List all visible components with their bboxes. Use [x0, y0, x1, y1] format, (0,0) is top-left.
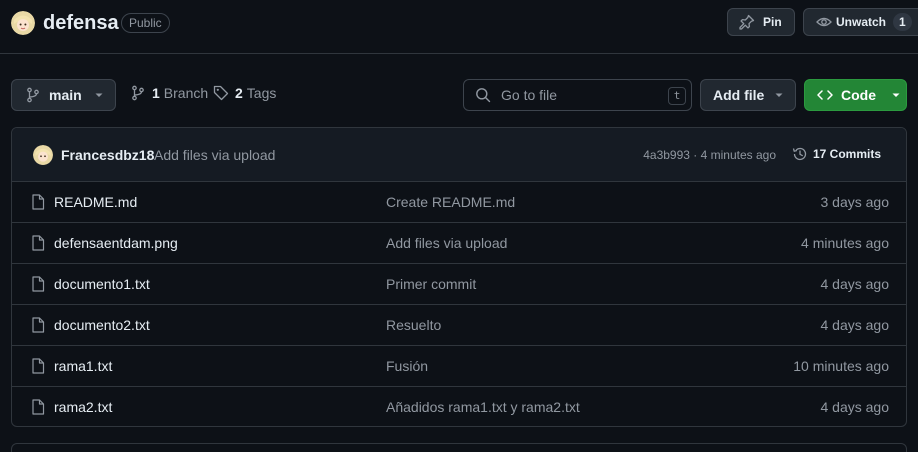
avatar[interactable]: [33, 145, 53, 165]
file-commit-message[interactable]: Añadidos rama1.txt y rama2.txt: [386, 399, 580, 415]
visibility-badge: Public: [121, 13, 170, 33]
tags-link[interactable]: 2 Tags: [213, 85, 276, 101]
add-file-label: Add file: [713, 87, 765, 103]
file-icon: [31, 276, 45, 292]
file-row[interactable]: README.md Create README.md 3 days ago: [12, 182, 906, 223]
file-date: 4 days ago: [820, 276, 890, 292]
file-icon: [31, 358, 45, 374]
code-button[interactable]: Code: [804, 79, 907, 111]
file-name[interactable]: documento1.txt: [54, 276, 150, 292]
branch-label: Branch: [163, 85, 209, 101]
file-date: 10 minutes ago: [793, 358, 889, 374]
file-commit-message[interactable]: Fusión: [386, 358, 428, 374]
file-browser: Francesdbz18 Add files via upload 4a3b99…: [11, 127, 907, 427]
eye-icon: [816, 14, 832, 30]
tag-label: Tags: [246, 85, 277, 101]
unwatch-button[interactable]: Unwatch 1: [803, 8, 918, 36]
code-label: Code: [841, 87, 876, 103]
file-list: README.md Create README.md 3 days ago de…: [12, 182, 906, 426]
unwatch-label: Unwatch: [836, 15, 887, 29]
pin-button[interactable]: Pin: [727, 8, 795, 36]
pin-icon: [739, 14, 755, 30]
commits-link[interactable]: 17 Commits: [792, 146, 881, 162]
file-date: 4 days ago: [820, 399, 890, 415]
file-row[interactable]: documento1.txt Primer commit 4 days ago: [12, 264, 906, 305]
file-name[interactable]: README.md: [54, 194, 137, 210]
git-branch-icon: [25, 87, 41, 103]
file-date: 4 days ago: [820, 317, 890, 333]
watch-count: 1: [893, 13, 912, 31]
commits-count: 17 Commits: [813, 147, 882, 161]
file-name[interactable]: rama2.txt: [54, 399, 112, 415]
branch-count: 1: [152, 85, 160, 101]
file-icon: [31, 317, 45, 333]
branch-selector[interactable]: main: [11, 79, 116, 111]
chevron-down-icon: [774, 90, 784, 100]
search-icon: [475, 87, 491, 103]
add-file-button[interactable]: Add file: [700, 79, 796, 111]
branch-name: main: [49, 87, 82, 103]
readme-box: [11, 443, 907, 452]
repo-name[interactable]: defensa: [43, 10, 119, 36]
file-commit-message[interactable]: Primer commit: [386, 276, 476, 292]
commit-author[interactable]: Francesdbz18: [61, 147, 154, 163]
chevron-down-icon: [891, 90, 901, 100]
file-commit-message[interactable]: Add files via upload: [386, 235, 507, 251]
repo-header: defensa Public Pin Unwatch 1: [0, 0, 918, 54]
code-icon: [817, 87, 833, 103]
file-commit-message[interactable]: Create README.md: [386, 194, 515, 210]
latest-commit-bar: Francesdbz18 Add files via upload 4a3b99…: [12, 128, 906, 182]
file-name[interactable]: documento2.txt: [54, 317, 150, 333]
file-commit-message[interactable]: Resuelto: [386, 317, 441, 333]
file-row[interactable]: defensaentdam.png Add files via upload 4…: [12, 223, 906, 264]
file-name[interactable]: defensaentdam.png: [54, 235, 178, 251]
go-to-file-input[interactable]: Go to file t: [463, 79, 692, 111]
search-placeholder: Go to file: [501, 87, 558, 103]
file-row[interactable]: rama1.txt Fusión 10 minutes ago: [12, 346, 906, 387]
git-branch-icon: [130, 85, 146, 101]
file-icon: [31, 399, 45, 415]
file-icon: [31, 235, 45, 251]
file-icon: [31, 194, 45, 210]
keyboard-shortcut: t: [668, 87, 686, 105]
file-date: 3 days ago: [820, 194, 890, 210]
file-row[interactable]: rama2.txt Añadidos rama1.txt y rama2.txt…: [12, 387, 906, 426]
branches-link[interactable]: 1 Branch: [130, 85, 208, 101]
commit-hash-time[interactable]: 4a3b993 · 4 minutes ago: [643, 148, 776, 162]
chevron-down-icon: [94, 90, 104, 100]
file-name[interactable]: rama1.txt: [54, 358, 112, 374]
history-icon: [792, 146, 808, 162]
owner-avatar[interactable]: [11, 11, 35, 35]
file-row[interactable]: documento2.txt Resuelto 4 days ago: [12, 305, 906, 346]
file-date: 4 minutes ago: [801, 235, 889, 251]
tag-icon: [213, 85, 229, 101]
commit-message[interactable]: Add files via upload: [154, 147, 275, 163]
pin-label: Pin: [763, 15, 782, 29]
tag-count: 2: [235, 85, 243, 101]
